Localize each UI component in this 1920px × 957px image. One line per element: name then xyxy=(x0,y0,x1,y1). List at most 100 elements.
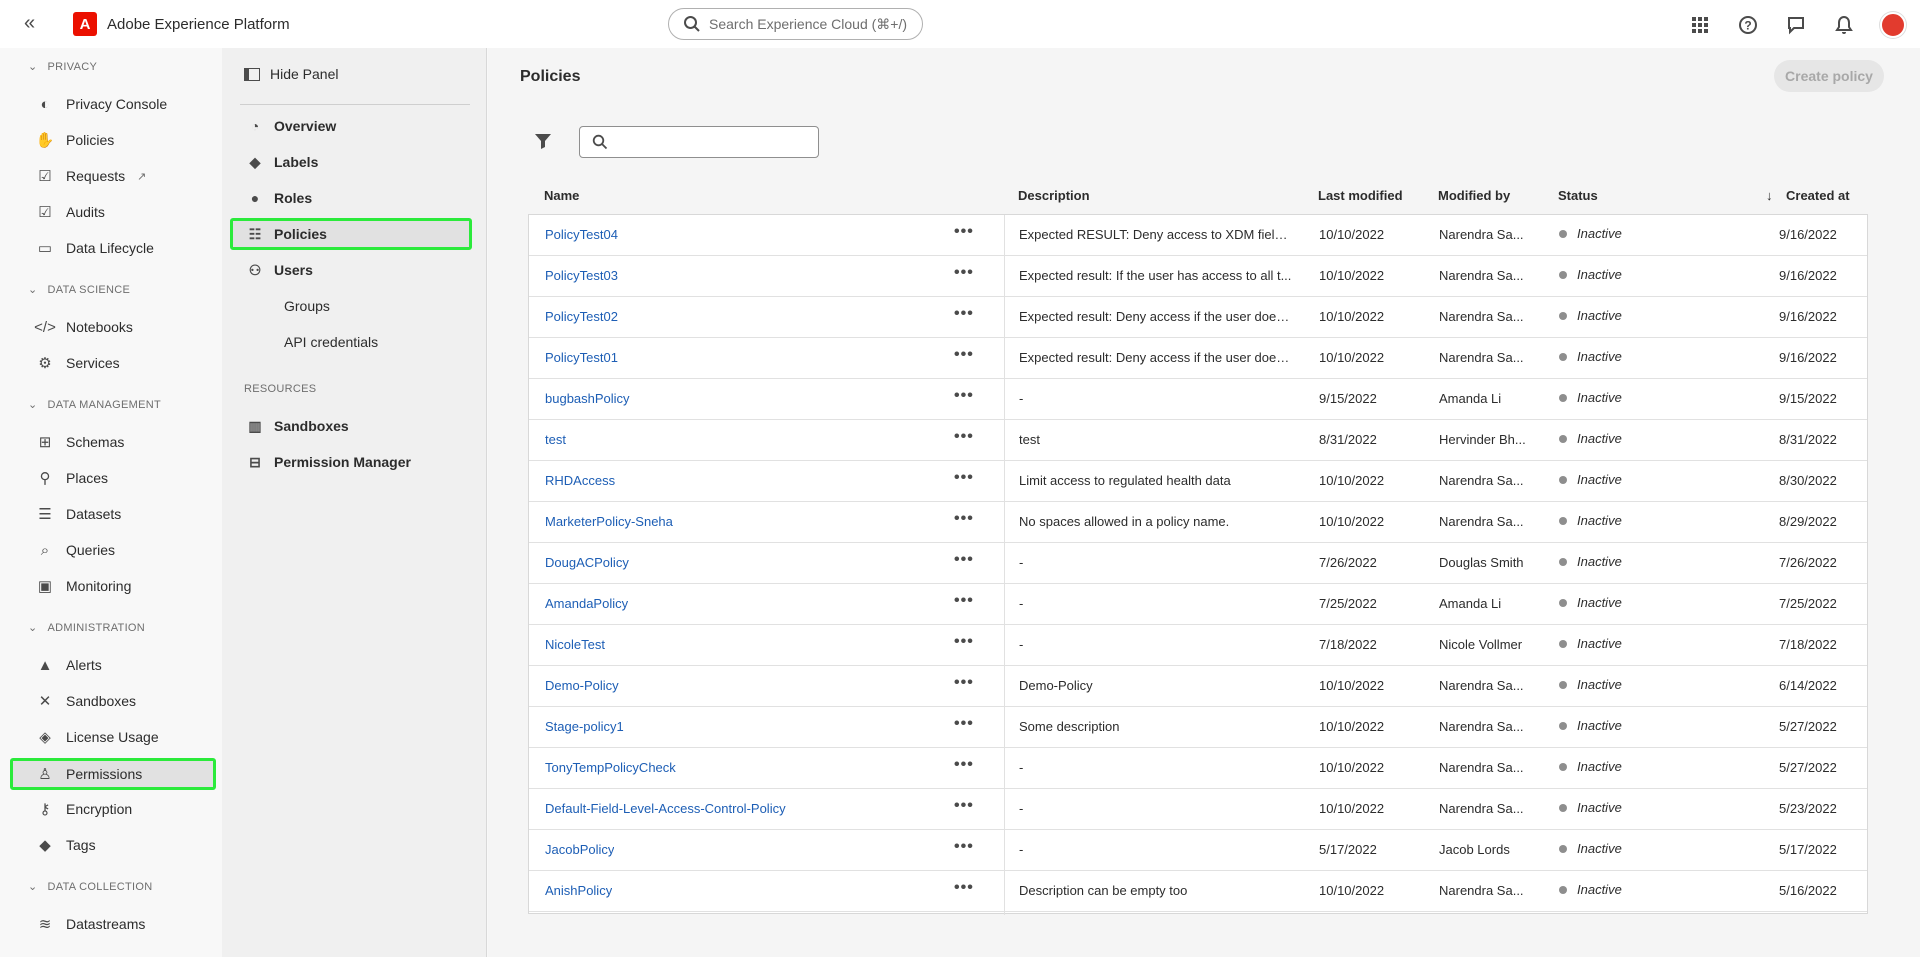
policy-name-link[interactable]: bugbashPolicy xyxy=(545,391,630,406)
table-row[interactable]: DougACPolicy ••• - 7/26/2022 Douglas Smith In… xyxy=(529,543,1867,584)
nav-item-tags[interactable]: ◆ Tags xyxy=(36,830,95,860)
table-row[interactable]: Stage-policy1 ••• Some description 10/10/20… xyxy=(529,707,1867,748)
subnav-roles[interactable]: ● Roles xyxy=(246,183,312,213)
table-row[interactable]: test ••• test 8/31/2022 Hervinder Bh... Inact… xyxy=(529,420,1867,461)
filter-icon[interactable] xyxy=(534,132,554,152)
user-avatar[interactable] xyxy=(1880,12,1906,38)
table-row[interactable]: bugbashPolicy ••• - 9/15/2022 Amanda Li Inact… xyxy=(529,379,1867,420)
table-row[interactable]: RHDAccess ••• Limit access to regulated he… xyxy=(529,461,1867,502)
policy-name-link[interactable]: RHDAccess xyxy=(545,473,615,488)
col-modified-by[interactable]: Modified by xyxy=(1438,188,1510,203)
policy-name-link[interactable]: AmandaPolicy xyxy=(545,596,628,611)
more-actions-icon[interactable]: ••• xyxy=(954,223,978,243)
table-row[interactable]: TonyTempPolicyCheck ••• - 10/10/2022 Narendr… xyxy=(529,748,1867,789)
table-search-input[interactable] xyxy=(579,126,819,158)
more-actions-icon[interactable]: ••• xyxy=(954,510,978,530)
table-row[interactable]: JacobPolicy ••• - 5/17/2022 Jacob Lords Inact… xyxy=(529,830,1867,871)
nav-item-services[interactable]: ⚙ Services xyxy=(36,348,119,378)
subnav-sandboxes[interactable]: ▥ Sandboxes xyxy=(246,411,348,441)
help-icon[interactable]: ? xyxy=(1736,13,1760,37)
table-row[interactable]: Default-Field-Level-Access-Control-Polic… xyxy=(529,789,1867,830)
brand[interactable]: A Adobe Experience Platform xyxy=(73,12,290,36)
policy-name-link[interactable]: PolicyTest01 xyxy=(545,350,618,365)
subnav-policies[interactable]: ☷ Policies xyxy=(246,219,327,249)
more-actions-icon[interactable]: ••• xyxy=(954,633,978,653)
table-row[interactable]: AnishPolicy ••• Description can be empty t… xyxy=(529,871,1867,912)
more-actions-icon[interactable]: ••• xyxy=(954,592,978,612)
nav-item-sandboxes[interactable]: ✕ Sandboxes xyxy=(36,686,136,716)
more-actions-icon[interactable]: ••• xyxy=(954,346,978,366)
nav-item-permissions[interactable]: ♙ Permissions xyxy=(36,759,142,789)
table-row[interactable]: NicoleTest ••• - 7/18/2022 Nicole Vollmer Ina… xyxy=(529,625,1867,666)
nav-item-policies[interactable]: ✋ Policies xyxy=(36,125,115,155)
subnav-labels[interactable]: ◆ Labels xyxy=(246,147,319,177)
more-actions-icon[interactable]: ••• xyxy=(954,715,978,735)
nav-item-audits[interactable]: ☑ Audits xyxy=(36,197,105,227)
col-name[interactable]: Name xyxy=(544,188,579,203)
section-administration[interactable]: ⌄ ADMINISTRATION xyxy=(28,621,145,635)
table-row[interactable]: PolicyTest04 ••• Expected RESULT: Deny acc… xyxy=(529,215,1867,256)
hide-panel-button[interactable]: Hide Panel xyxy=(244,66,339,82)
nav-item-license-usage[interactable]: ◈ License Usage xyxy=(36,722,158,752)
collapse-nav-icon[interactable]: « xyxy=(24,13,44,34)
more-actions-icon[interactable]: ••• xyxy=(954,387,978,407)
nav-item-datastreams[interactable]: ≋ Datastreams xyxy=(36,909,146,939)
notifications-bell-icon[interactable] xyxy=(1832,13,1856,37)
policy-name-link[interactable]: Stage-policy1 xyxy=(545,719,624,734)
policy-name-link[interactable]: TonyTempPolicyCheck xyxy=(545,760,676,775)
more-actions-icon[interactable]: ••• xyxy=(954,428,978,448)
col-description[interactable]: Description xyxy=(1018,188,1090,203)
col-last-modified[interactable]: Last modified xyxy=(1318,188,1403,203)
sort-arrow-down-icon[interactable]: ↓ xyxy=(1766,188,1773,203)
table-row[interactable]: MarketerPolicy-Sneha ••• No spaces allowed… xyxy=(529,502,1867,543)
policy-name-link[interactable]: AnishPolicy xyxy=(545,883,612,898)
policy-name-link[interactable]: JacobPolicy xyxy=(545,842,614,857)
subnav-api-credentials[interactable]: API credentials xyxy=(284,334,378,350)
subnav-overview[interactable]: ◔ Overview xyxy=(246,111,337,141)
policy-name-link[interactable]: PolicyTest03 xyxy=(545,268,618,283)
policy-name-link[interactable]: test xyxy=(545,432,566,447)
policy-name-link[interactable]: PolicyTest04 xyxy=(545,227,618,242)
nav-item-alerts[interactable]: ▲ Alerts xyxy=(36,650,102,680)
section-data-science[interactable]: ⌄ DATA SCIENCE xyxy=(28,283,130,297)
more-actions-icon[interactable]: ••• xyxy=(954,469,978,489)
section-privacy[interactable]: ⌄ PRIVACY xyxy=(28,60,97,74)
policy-name-link[interactable]: Demo-Policy xyxy=(545,678,619,693)
nav-item-encryption[interactable]: ⚷ Encryption xyxy=(36,794,133,824)
policy-name-link[interactable]: MarketerPolicy-Sneha xyxy=(545,514,673,529)
more-actions-icon[interactable]: ••• xyxy=(954,264,978,284)
nav-item-places[interactable]: ⚲ Places xyxy=(36,463,109,493)
table-row[interactable]: PolicyTest02 ••• Expected result: Deny acc… xyxy=(529,297,1867,338)
policy-name-link[interactable]: NicoleTest xyxy=(545,637,605,652)
table-row[interactable]: PolicyTest01 ••• Expected result: Deny acc… xyxy=(529,338,1867,379)
more-actions-icon[interactable]: ••• xyxy=(954,879,978,899)
subnav-users[interactable]: ⚇ Users xyxy=(246,255,313,285)
more-actions-icon[interactable]: ••• xyxy=(954,756,978,776)
nav-item-schemas[interactable]: ⊞ Schemas xyxy=(36,427,125,457)
apps-grid-icon[interactable] xyxy=(1688,13,1712,37)
section-data-collection[interactable]: ⌄ DATA COLLECTION xyxy=(28,880,152,894)
table-row[interactable]: Demo-Policy ••• Demo-Policy 10/10/2022 Naren… xyxy=(529,666,1867,707)
table-row[interactable]: PolicyTest03 ••• Expected result: If the u… xyxy=(529,256,1867,297)
col-status[interactable]: Status xyxy=(1558,188,1598,203)
nav-item-queries[interactable]: ⌕ Queries xyxy=(36,535,115,565)
col-created-at[interactable]: Created at xyxy=(1786,188,1850,203)
create-policy-button[interactable]: Create policy xyxy=(1774,60,1884,92)
nav-item-data-lifecycle[interactable]: ▭ Data Lifecycle xyxy=(36,233,154,263)
more-actions-icon[interactable]: ••• xyxy=(954,305,978,325)
nav-item-privacy-console[interactable]: ◐ Privacy Console xyxy=(36,89,167,119)
nav-item-notebooks[interactable]: </> Notebooks xyxy=(34,312,133,342)
policy-name-link[interactable]: PolicyTest02 xyxy=(545,309,618,324)
more-actions-icon[interactable]: ••• xyxy=(954,551,978,571)
nav-item-requests[interactable]: ☑ Requests ↗ xyxy=(36,161,146,191)
table-row[interactable]: AmandaPolicy ••• - 7/25/2022 Amanda Li Inacti… xyxy=(529,584,1867,625)
nav-item-monitoring[interactable]: ▣ Monitoring xyxy=(36,571,131,601)
subnav-groups[interactable]: Groups xyxy=(284,298,330,314)
policy-name-link[interactable]: Default-Field-Level-Access-Control-Polic… xyxy=(545,801,786,816)
global-search-input[interactable]: Search Experience Cloud (⌘+/) xyxy=(668,8,923,40)
policy-name-link[interactable]: DougACPolicy xyxy=(545,555,629,570)
more-actions-icon[interactable]: ••• xyxy=(954,797,978,817)
nav-item-datasets[interactable]: ☰ Datasets xyxy=(36,499,121,529)
more-actions-icon[interactable]: ••• xyxy=(954,838,978,858)
section-data-management[interactable]: ⌄ DATA MANAGEMENT xyxy=(28,398,161,412)
